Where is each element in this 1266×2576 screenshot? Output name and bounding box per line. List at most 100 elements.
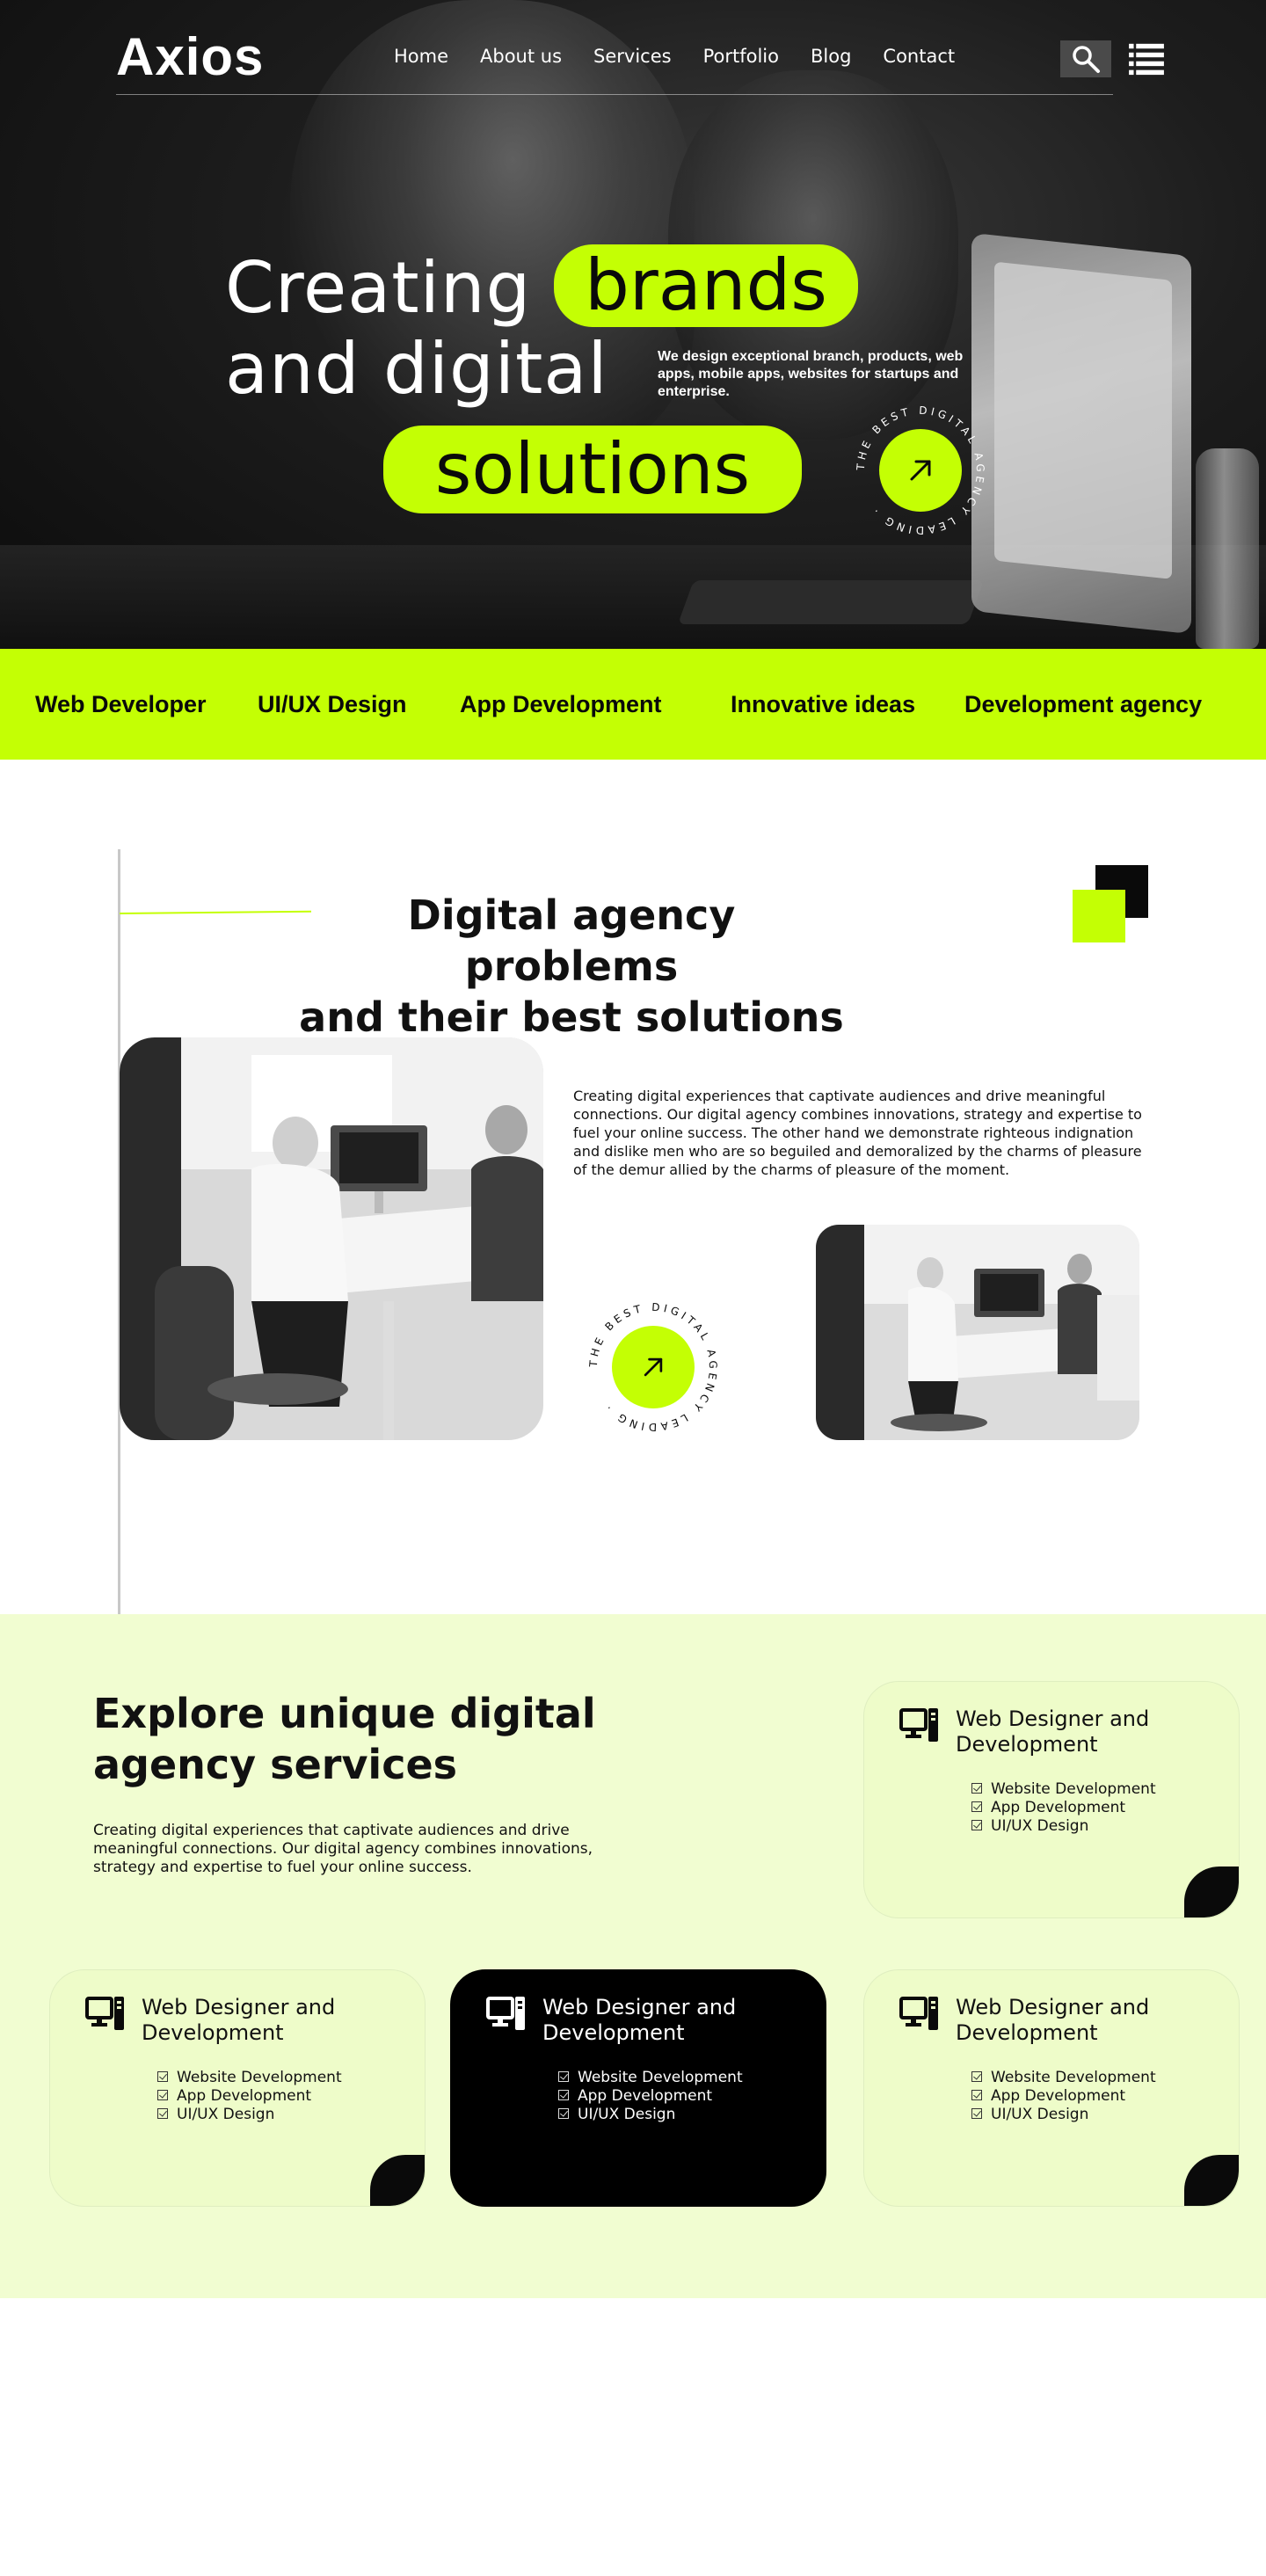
service-item-label: App Development [991,1799,1126,1816]
checkbox-icon [971,2089,982,2100]
arrow-up-right-icon [910,460,931,481]
service-item-label: UI/UX Design [177,2106,275,2123]
main-menu: Home About us Services Portfolio Blog Co… [394,46,986,67]
nav-link-home[interactable]: Home [394,46,448,67]
service-card-title: Web Designer and Development [142,1995,336,2045]
hero-photo-monitor [971,232,1191,635]
checkbox-icon [558,2107,569,2119]
accent-line [119,910,311,914]
problems-heading: Digital agency problems and their best s… [299,890,844,1043]
service-card-list-item: Website Development [971,2069,1156,2087]
computer-icon [85,1997,124,2030]
services-heading-line1: Explore unique digital [93,1690,596,1737]
problems-badge-disc [612,1326,695,1408]
problems-heading-line1: Digital agency problems [407,891,736,990]
services-description: Creating digital experiences that captiv… [93,1822,593,1876]
service-item-label: Website Development [177,2069,342,2086]
service-card-corner [1184,2155,1239,2206]
problems-body-text: Creating digital experiences that captiv… [573,1088,1142,1178]
office-photo-large-svg [120,1037,543,1440]
nav-link-blog[interactable]: Blog [811,46,851,67]
service-card-list: Website Development App Development UI/U… [971,2069,1156,2124]
service-card-title: Web Designer and Development [542,1995,737,2045]
service-item-label: App Development [578,2087,713,2105]
service-item-label: UI/UX Design [991,1817,1089,1835]
service-card-list-item: App Development [157,2087,342,2106]
office-meeting-photo-small [816,1225,1139,1440]
nav-link-contact[interactable]: Contact [883,46,955,67]
arrow-up-right-icon [644,1357,663,1377]
service-card-list-item: UI/UX Design [157,2106,342,2124]
hero-pill-solutions: solutions [383,426,802,513]
service-card-list-item: App Development [971,1799,1156,1817]
checkbox-icon [971,2107,982,2119]
hero-heading-line2: and digital [225,328,608,410]
menu-icon [1129,43,1164,76]
menu-button[interactable] [1127,40,1166,77]
service-card-list-item: App Development [971,2087,1156,2106]
service-card-list: Website Development App Development UI/U… [558,2069,743,2124]
nav-link-portfolio[interactable]: Portfolio [703,46,779,67]
checkbox-icon [558,2089,569,2100]
hero-badge[interactable]: THE BEST DIGITAL AGENCY LEADING · [855,404,986,536]
service-item-label: App Development [991,2087,1126,2105]
checkbox-icon [971,2070,982,2082]
problems-badge[interactable]: THE BEST DIGITAL AGENCY LEADING · [587,1301,719,1433]
service-card-list-item: App Development [558,2087,743,2106]
office-meeting-photo-large [120,1037,543,1440]
service-card-title: Web Designer and Development [956,1706,1150,1757]
office-photo-small-svg [816,1225,1139,1440]
services-heading: Explore unique digital agency services [93,1688,656,1790]
service-item-label: App Development [177,2087,312,2105]
hero-description: We design exceptional branch, products, … [658,349,964,399]
service-card-list-item: UI/UX Design [971,1817,1156,1836]
logo[interactable]: Axios [116,26,264,87]
service-card-list: Website Development App Development UI/U… [971,1780,1156,1836]
checkbox-icon [558,2070,569,2082]
hero-badge-disc [879,429,962,512]
service-card-list-item: UI/UX Design [558,2106,743,2124]
marquee-item-web-developer: Web Developer [35,691,207,717]
service-card-title: Web Designer and Development [956,1995,1150,2045]
checkbox-icon [971,1801,982,1812]
service-card-list-item: UI/UX Design [971,2106,1156,2124]
services-marquee: Web Developer UI/UX Design App Developme… [0,649,1266,760]
hero-photo-bottle [1196,448,1259,649]
service-card-active[interactable]: Web Designer and Development Website Dev… [450,1969,826,2207]
checkbox-icon [971,1819,982,1830]
service-card-list-item: Website Development [558,2069,743,2087]
service-item-label: UI/UX Design [578,2106,676,2123]
service-card[interactable]: Web Designer and Development Website Dev… [49,1969,426,2207]
service-item-label: Website Development [991,2069,1156,2086]
marquee-item-app-development: App Development [460,691,662,717]
hero-pill-brands: brands [554,244,858,327]
services-heading-line2: agency services [93,1741,458,1788]
checkbox-icon [971,1782,982,1794]
service-card-corner [1184,1867,1239,1917]
service-item-label: Website Development [991,1780,1156,1798]
service-item-label: UI/UX Design [991,2106,1089,2123]
hero-heading-line1: Creating [225,247,532,329]
service-card-list-item: Website Development [157,2069,342,2087]
marquee-item-innovative-ideas: Innovative ideas [731,691,916,717]
nav-link-about[interactable]: About us [480,46,562,67]
hero-photo-keyboard [677,580,985,624]
service-card[interactable]: Web Designer and Development Website Dev… [863,1681,1240,1918]
decor-square-green [1073,890,1125,942]
computer-icon [899,1997,938,2030]
top-nav: Axios Home About us Services Portfolio B… [116,21,1164,95]
service-card[interactable]: Web Designer and Development Website Dev… [863,1969,1240,2207]
computer-icon [486,1997,525,2030]
marquee-item-uiux-design: UI/UX Design [258,691,407,717]
search-icon [1073,46,1100,73]
checkbox-icon [157,2089,168,2100]
service-card-corner [370,2155,425,2206]
service-card-list: Website Development App Development UI/U… [157,2069,342,2124]
service-card-list-item: Website Development [971,1780,1156,1799]
checkbox-icon [157,2070,168,2082]
service-item-label: Website Development [578,2069,743,2086]
nav-link-services[interactable]: Services [593,46,672,67]
checkbox-icon [157,2107,168,2119]
problems-heading-line2: and their best solutions [299,993,844,1041]
search-button[interactable] [1060,40,1111,77]
